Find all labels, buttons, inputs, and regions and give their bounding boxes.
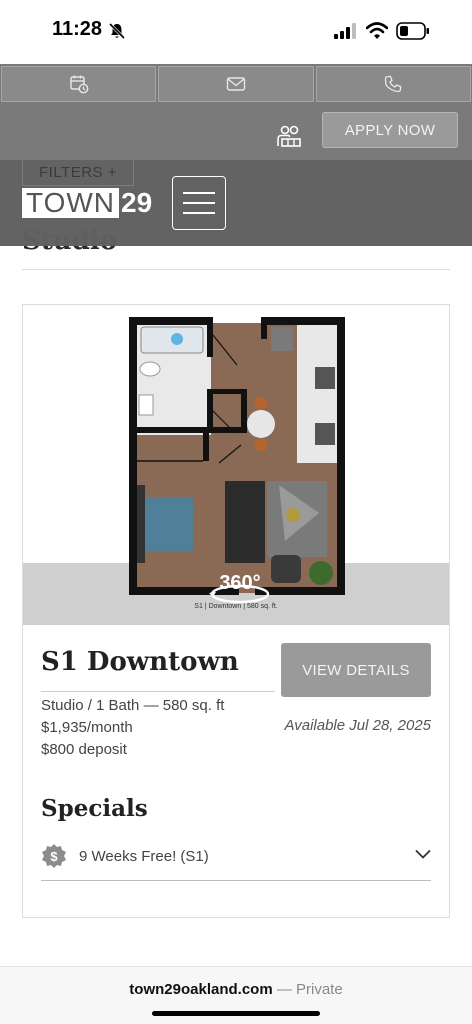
special-label: 9 Weeks Free! (S1) <box>79 848 209 865</box>
call-button[interactable] <box>315 66 471 102</box>
filters-button[interactable]: FILTERS + <box>22 160 134 186</box>
battery-icon <box>396 22 429 40</box>
plan-deposit: $800 deposit <box>41 741 127 758</box>
tour-360-icon[interactable]: 360° <box>207 571 273 605</box>
logo-number: 29 <box>121 187 153 218</box>
floorplan-image[interactable]: S1 | Downtown | 580 sq. ft. 360° <box>23 305 449 625</box>
schedule-tour-button[interactable] <box>1 66 157 102</box>
specials-heading: Specials <box>41 795 148 822</box>
view-details-button[interactable]: VIEW DETAILS <box>281 643 431 697</box>
floorplan-card: S1 | Downtown | 580 sq. ft. 360° S1 Down… <box>22 304 450 918</box>
plan-title: S1 Downtown <box>41 647 239 677</box>
phone-icon <box>385 75 402 93</box>
contact-bar <box>0 64 472 104</box>
status-bar: 11:28 <box>0 0 472 64</box>
wifi-icon <box>366 22 388 39</box>
signal-icon <box>334 23 356 39</box>
email-button[interactable] <box>158 66 314 102</box>
menu-line <box>183 192 215 194</box>
address-text: town29oakland.com — Private <box>0 981 472 998</box>
menu-line <box>183 202 215 204</box>
mail-icon <box>226 77 246 91</box>
menu-line <box>183 212 215 214</box>
browser-address-bar[interactable]: town29oakland.com — Private <box>0 966 472 1024</box>
svg-text:$: $ <box>50 849 58 864</box>
plan-price: $1,935/month <box>41 719 133 736</box>
private-label: — Private <box>272 981 343 998</box>
residents-icon[interactable] <box>276 124 302 148</box>
apply-now-button[interactable]: APPLY NOW <box>322 112 458 148</box>
divider <box>22 269 450 270</box>
hamburger-menu-button[interactable] <box>172 176 226 230</box>
logo-text: TOWN <box>22 188 120 218</box>
dollar-badge-icon: $ <box>42 844 66 868</box>
divider <box>41 691 275 692</box>
plan-details: Studio / 1 Bath — 580 sq. ft $1,935/mont… <box>41 695 224 761</box>
plan-layout: Studio / 1 Bath — 580 sq. ft <box>41 697 225 714</box>
chevron-down-icon[interactable] <box>415 849 431 859</box>
address-domain: town29oakland.com <box>129 981 273 998</box>
availability-date: Available Jul 28, 2025 <box>284 717 432 734</box>
bell-muted-icon <box>108 22 126 40</box>
town29-logo[interactable]: TOWN 29 <box>22 187 153 218</box>
home-indicator[interactable] <box>152 1011 320 1016</box>
special-accordion[interactable]: $ 9 Weeks Free! (S1) <box>41 841 431 881</box>
tour-label: 360° <box>219 572 260 594</box>
calendar-clock-icon <box>69 75 89 94</box>
status-time: 11:28 <box>52 18 103 40</box>
